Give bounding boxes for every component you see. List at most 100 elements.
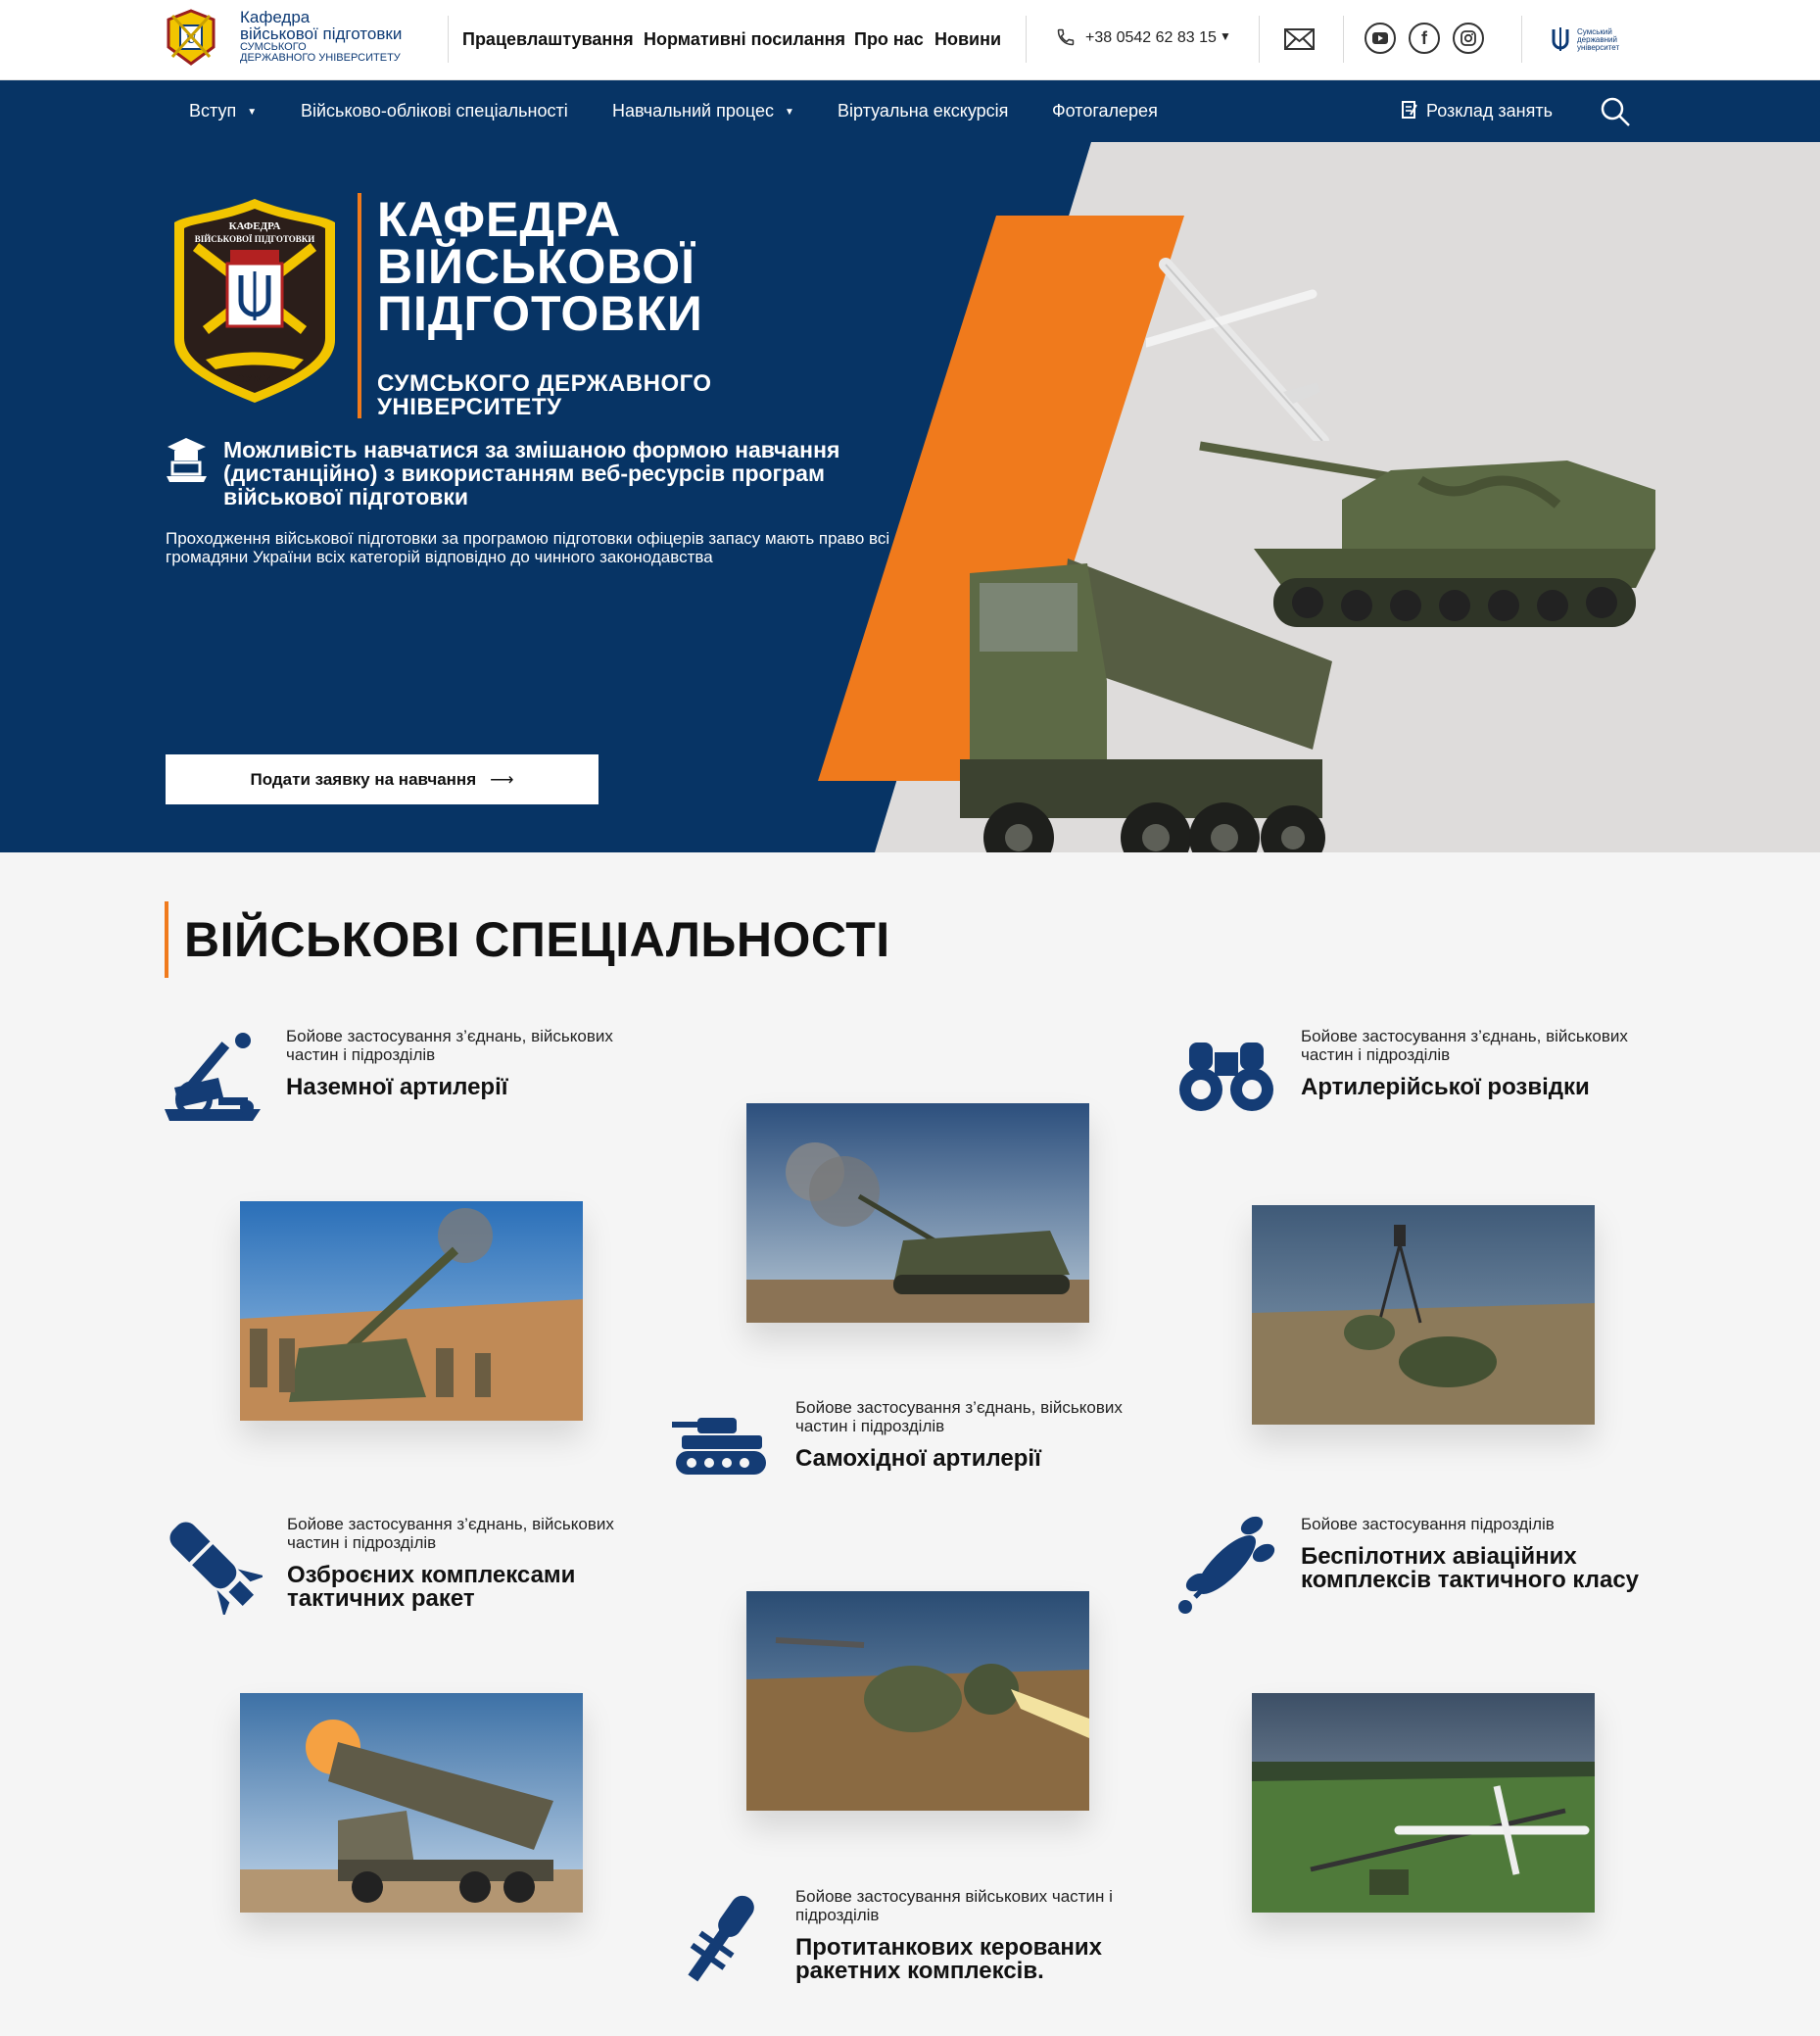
instagram-icon[interactable] xyxy=(1453,23,1484,54)
top-bar: U Кафедра військової підготовки СУМСЬКОГ… xyxy=(0,0,1820,80)
howitzer-icon xyxy=(165,1029,261,1122)
hero-title-line-1: КАФЕДРА xyxy=(377,192,622,247)
caret-down-icon: ▼ xyxy=(247,107,258,118)
specialty-name: Беспілотних авіаційних xyxy=(1301,1543,1577,1570)
facebook-icon[interactable]: f xyxy=(1409,23,1440,54)
hero-description: Проходження військової підготовки за про… xyxy=(166,529,889,566)
schedule-link[interactable]: Розклад занять xyxy=(1402,80,1553,142)
youtube-icon[interactable] xyxy=(1365,23,1396,54)
nav-item-specialties[interactable]: Військово-облікові спеціальності xyxy=(301,80,568,142)
specialty-pre-line: підрозділів xyxy=(795,1906,880,1924)
hero-desc-line-2: громадяни України всіх категорій відпові… xyxy=(166,548,713,566)
hero-title-line-3: ПІДГОТОВКИ xyxy=(377,286,703,341)
search-icon[interactable] xyxy=(1600,96,1631,127)
specialty-name: Наземної артилерії xyxy=(286,1074,508,1100)
section-accent-bar xyxy=(165,901,168,978)
hero-subtitle-line-2: УНІВЕРСИТЕТУ xyxy=(377,394,562,420)
nav-item-virtual-tour[interactable]: Віртуальна екскурсія xyxy=(838,80,1008,142)
sumdu-line-3: університет xyxy=(1577,43,1620,52)
specialty-name: Озброєних комплексами xyxy=(287,1562,576,1588)
hero-banner: КАФЕДРА ВІЙСЬКОВОЇ ПІДГОТОВКИ СУМИ КАФЕД… xyxy=(0,142,1820,852)
rocket-launcher-truck-illustration xyxy=(960,544,1332,852)
brand-text[interactable]: Кафедра військової підготовки СУМСЬКОГО … xyxy=(240,9,402,64)
divider xyxy=(448,16,449,63)
specialty-uav-complexes[interactable]: Бойове застосування підрозділів Беспілот… xyxy=(1301,1515,1639,1592)
specialty-name: тактичних ракет xyxy=(287,1585,475,1612)
emblem-middle-text: ВІЙСЬКОВОЇ ПІДГОТОВКИ xyxy=(194,234,315,244)
nav-item-label: Навчальний процес xyxy=(612,101,774,121)
specialty-anti-tank-missiles[interactable]: Бойове застосування військових частин і … xyxy=(795,1887,1113,1983)
tank-icon xyxy=(672,1414,770,1478)
link-regulations[interactable]: Нормативні посилання xyxy=(644,29,845,50)
rocket-launcher-icon xyxy=(672,1889,770,1987)
specialty-name: комплексів тактичного класу xyxy=(1301,1567,1640,1593)
link-about[interactable]: Про нас xyxy=(854,29,924,50)
artillery-reconnaissance-photo xyxy=(1252,1205,1595,1425)
specialty-self-propelled-artillery[interactable]: Бойове застосування з’єднань, військових… xyxy=(795,1398,1123,1471)
phone-icon xyxy=(1056,27,1076,47)
hero-subtitle-line-1: СУМСЬКОГО ДЕРЖАВНОГО xyxy=(377,370,712,397)
specialty-name: Артилерійської розвідки xyxy=(1301,1074,1590,1100)
hero-lead: Можливість навчатися за змішаною формою … xyxy=(223,438,839,509)
specialty-pre-line: частин і підрозділів xyxy=(1301,1045,1451,1064)
specialty-pre-line: Бойове застосування з’єднань, військових xyxy=(795,1398,1123,1417)
sumdu-logo-icon[interactable] xyxy=(1550,25,1571,53)
specialty-artillery-reconnaissance[interactable]: Бойове застосування з’єднань, військових… xyxy=(1301,1027,1628,1099)
specialty-pre-line: частин і підрозділів xyxy=(286,1045,436,1064)
hero-lead-line-3: військової підготовки xyxy=(223,484,469,509)
main-navigation: Вступ ▼ Військово-облікові спеціальності… xyxy=(0,80,1820,142)
department-logo[interactable]: U xyxy=(165,8,217,67)
nav-item-admission[interactable]: Вступ ▼ xyxy=(189,80,257,142)
link-news[interactable]: Новини xyxy=(934,29,1001,50)
mail-icon[interactable] xyxy=(1284,28,1315,50)
emblem-top-text: КАФЕДРА xyxy=(228,220,281,232)
ground-artillery-photo xyxy=(240,1201,583,1421)
nav-item-gallery[interactable]: Фотогалерея xyxy=(1052,80,1158,142)
hero-desc-line-1: Проходження військової підготовки за про… xyxy=(166,529,890,548)
schedule-label: Розклад занять xyxy=(1426,101,1553,121)
specialty-tactical-missiles[interactable]: Бойове застосування з’єднань, військових… xyxy=(287,1515,614,1611)
section-title: ВІЙСЬКОВІ СПЕЦІАЛЬНОСТІ xyxy=(184,912,890,967)
department-emblem: КАФЕДРА ВІЙСЬКОВОЇ ПІДГОТОВКИ СУМИ xyxy=(167,193,343,409)
specialty-pre-line: частин і підрозділів xyxy=(287,1533,437,1552)
brand-line-1: Кафедра xyxy=(240,8,311,26)
hero-title-line-2: ВІЙСЬКОВОЇ xyxy=(377,239,695,294)
sumdu-logo-text[interactable]: Сумський державний університет xyxy=(1577,28,1619,52)
drone-icon xyxy=(1175,1514,1277,1616)
link-employment[interactable]: Працевлаштування xyxy=(462,29,634,50)
nav-item-label: Вступ xyxy=(189,101,237,121)
divider xyxy=(1026,16,1027,63)
self-propelled-gun-photo xyxy=(746,1103,1089,1323)
schedule-icon xyxy=(1402,82,1417,144)
specialty-ground-artillery[interactable]: Бойове застосування з’єднань, військових… xyxy=(286,1027,613,1099)
caret-down-icon: ▼ xyxy=(785,107,794,118)
specialty-name: Протитанкових керованих xyxy=(795,1934,1103,1961)
binoculars-icon xyxy=(1175,1039,1277,1113)
laptop-education-icon xyxy=(165,436,209,483)
divider xyxy=(1521,16,1522,63)
nav-item-education-process[interactable]: Навчальний процес ▼ xyxy=(612,80,794,142)
apply-button-label: Подати заявку на навчання xyxy=(250,769,477,789)
missile-icon xyxy=(165,1517,266,1619)
drone-illustration xyxy=(1141,245,1332,448)
specialty-pre-line: Бойове застосування з’єднань, військових xyxy=(286,1027,613,1045)
uav-launch-photo xyxy=(1252,1693,1595,1913)
specialty-name: Самохідної артилерії xyxy=(795,1445,1041,1472)
apply-button[interactable]: Подати заявку на навчання ⟶ xyxy=(166,754,599,804)
hero-subtitle: СУМСЬКОГО ДЕРЖАВНОГО УНІВЕРСИТЕТУ xyxy=(377,372,712,419)
divider xyxy=(1259,16,1260,63)
specialty-pre-line: частин і підрозділів xyxy=(795,1417,945,1435)
arrow-right-icon: ⟶ xyxy=(490,769,514,789)
specialty-name: ракетних комплексів. xyxy=(795,1958,1044,1984)
hero-lead-line-2: (дистанційно) з використанням веб-ресурс… xyxy=(223,461,825,486)
hero-title: КАФЕДРА ВІЙСЬКОВОЇ ПІДГОТОВКИ xyxy=(377,192,703,341)
hero-lead-line-1: Можливість навчатися за змішаною формою … xyxy=(223,437,840,462)
specialty-pre-line: Бойове застосування з’єднань, військових xyxy=(287,1515,614,1533)
chevron-down-icon[interactable]: ▼ xyxy=(1220,29,1231,43)
emblem-bottom-text: СУМИ xyxy=(236,371,273,385)
brand-line-4: ДЕРЖАВНОГО УНІВЕРСИТЕТУ xyxy=(240,52,401,64)
brand-line-2: військової підготовки xyxy=(240,24,403,43)
specialty-pre-line: Бойове застосування з’єднань, військових xyxy=(1301,1027,1628,1045)
title-accent-bar xyxy=(358,193,361,418)
phone-number[interactable]: +38 0542 62 83 15 xyxy=(1085,29,1217,47)
